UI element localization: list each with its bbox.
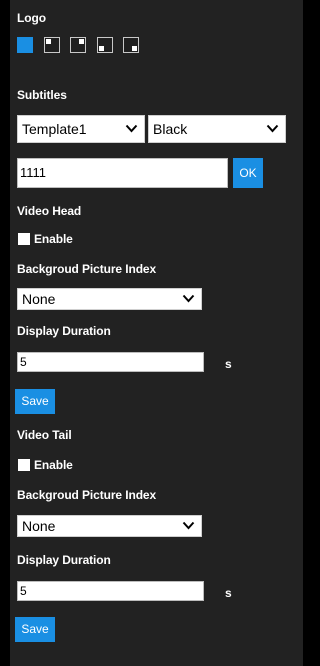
video-tail-enable-label: Enable [34,458,73,472]
subtitle-template-value: Template1 [22,121,87,137]
video-tail-label: Video Tail [17,428,72,442]
video-tail-bg-index-value: None [22,518,56,534]
chevron-down-icon [266,124,279,133]
logo-bottom-left-icon[interactable] [97,37,113,53]
video-head-bg-index-value: None [22,291,56,307]
ok-button[interactable]: OK [233,158,263,188]
bottom-right-marker-icon [132,46,137,51]
video-tail-duration-label: Display Duration [17,553,111,567]
video-head-duration-label: Display Duration [17,324,111,338]
subtitle-color-value: Black [153,121,188,137]
video-head-label: Video Head [17,204,82,218]
logo-label: Logo [17,11,46,25]
logo-bottom-right-icon[interactable] [123,37,139,53]
video-tail-save-button[interactable]: Save [15,617,55,642]
chevron-down-icon [182,294,195,303]
top-left-marker-icon [46,39,51,44]
bottom-left-marker-icon [99,46,104,51]
chevron-down-icon [182,521,195,530]
video-head-enable-checkbox[interactable] [18,233,30,245]
logo-top-left-icon[interactable] [44,37,60,53]
video-tail-enable-checkbox[interactable] [18,459,30,471]
video-tail-duration-input[interactable]: 5 [17,581,204,601]
video-tail-bg-index-select[interactable]: None [17,515,202,537]
logo-solid-icon[interactable] [17,37,33,53]
video-tail-duration-unit: s [225,586,232,600]
subtitles-label: Subtitles [17,88,67,102]
logo-top-right-icon[interactable] [70,37,86,53]
video-head-duration-unit: s [225,357,232,371]
video-head-bg-index-select[interactable]: None [17,288,202,310]
video-head-enable-label: Enable [34,232,73,246]
subtitle-text-input[interactable]: 1111 [17,158,228,188]
subtitle-template-select[interactable]: Template1 [17,115,145,143]
subtitle-color-select[interactable]: Black [148,115,286,143]
chevron-down-icon [125,124,138,133]
video-head-save-button[interactable]: Save [15,389,55,414]
video-head-duration-input[interactable]: 5 [17,352,204,372]
video-head-bg-index-label: Backgroud Picture Index [17,262,157,276]
video-tail-bg-index-label: Backgroud Picture Index [17,488,157,502]
settings-panel: Logo Subtitles Template1 Black 1111 OK V… [10,0,303,666]
top-right-marker-icon [79,39,84,44]
